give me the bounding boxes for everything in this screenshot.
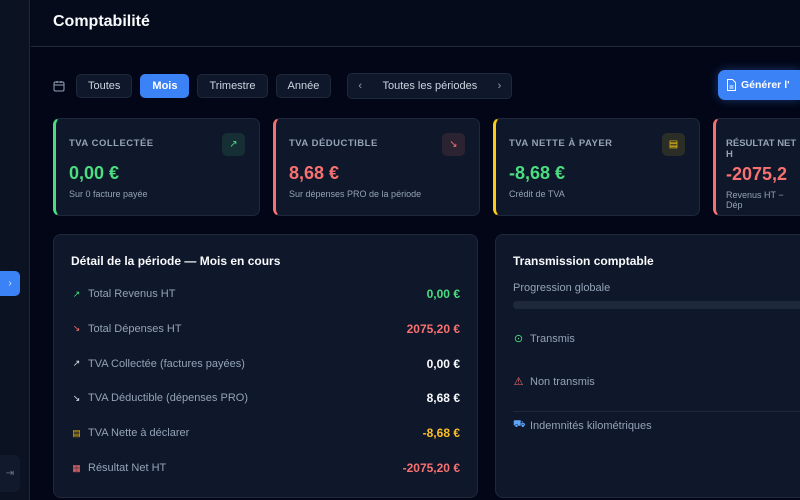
card-label: RÉSULTAT NET H (726, 138, 797, 160)
item-label: Transmis (530, 332, 575, 345)
panel-title: Détail de la période — Mois en cours (71, 254, 281, 268)
logout-button[interactable]: ⇥ (0, 455, 20, 492)
indemnites-item[interactable]: ⛟ Indemnités kilométriques (513, 419, 783, 432)
card-subtitle: Revenus HT − Dép (726, 190, 784, 210)
calendar-icon (53, 81, 65, 92)
row-value: 0,00 € (426, 287, 460, 301)
detail-row: ▤ TVA Nette à déclarer -8,68 € (71, 426, 460, 440)
row-label: TVA Collectée (factures payées) (88, 357, 245, 370)
row-value: 8,68 € (426, 391, 460, 406)
previous-period-button[interactable]: ‹ (358, 80, 362, 92)
kpi-card: RÉSULTAT NET H -2075,2 Revenus HT − Dép … (713, 118, 800, 216)
logout-icon: ⇥ (5, 468, 15, 479)
detail-row: ↗ TVA Collectée (factures payées) 0,00 € (71, 357, 460, 371)
period-selector: ‹ Toutes les périodes › (347, 73, 513, 99)
row-value: 0,00 € (426, 356, 460, 371)
row-label: Total Revenus HT (88, 288, 176, 300)
card-subtitle: Sur 0 facture payée (69, 189, 148, 199)
trending-down-icon: ↘ (442, 133, 465, 156)
car-icon: ⛟ (513, 419, 526, 430)
transmission-panel: Transmission comptable Progression globa… (495, 234, 800, 498)
filter-mois[interactable]: Mois (140, 74, 190, 98)
filter-toutes[interactable]: Toutes (76, 74, 133, 98)
row-label: Résultat Net HT (88, 462, 167, 474)
receipt-icon: ▤ (72, 427, 81, 438)
row-label: Total Dépenses HT (88, 322, 182, 335)
filter-trimestre[interactable]: Trimestre (197, 74, 268, 98)
divider (513, 411, 800, 412)
row-value: -2075,20 € (402, 461, 460, 475)
page-header: Comptabilité (31, 0, 800, 47)
kpi-card: TVA NETTE À PAYER -8,68 € Crédit de TVA … (493, 118, 700, 216)
detail-row: ↘ Total Dépenses HT 2075,20 € (71, 322, 460, 336)
page-title: Comptabilité (53, 13, 150, 30)
card-value: 8,68 € (289, 163, 340, 183)
progress-label-text: Progression globale (513, 282, 611, 294)
card-subtitle: Crédit de TVA (509, 189, 565, 199)
card-value: -2075,2 (726, 164, 788, 184)
progress-label: Progression globale (513, 282, 783, 294)
detail-row: ↗ Total Revenus HT 0,00 € (71, 287, 460, 301)
check-circle-icon: ⊙ (513, 333, 524, 345)
filter-annee[interactable]: Année (275, 74, 332, 98)
receipt-icon: ▤ (662, 133, 685, 156)
next-period-button[interactable]: › (498, 80, 502, 92)
calculator-icon: ▦ (72, 462, 81, 473)
generate-label: Générer l' (741, 79, 790, 91)
item-label: Indemnités kilométriques (530, 419, 652, 432)
trending-down-icon: ↘ (72, 323, 81, 334)
warning-icon: ⚠ (513, 376, 524, 388)
progress-bar (513, 301, 800, 309)
detail-row: ▦ Résultat Net HT -2075,20 € (71, 461, 460, 475)
row-label: TVA Nette à déclarer (88, 427, 190, 440)
trending-up-icon: ↗ (222, 133, 245, 156)
period-filters: Toutes Mois Trimestre Année ‹ Toutes les… (53, 73, 513, 99)
detail-row: ↘ TVA Déductible (dépenses PRO) 8,68 € (71, 391, 460, 405)
panel-title: Transmission comptable (513, 254, 654, 268)
card-subtitle: Sur dépenses PRO de la période (289, 189, 422, 199)
period-label: Toutes les périodes (382, 80, 478, 92)
trending-down-icon: ↘ (72, 392, 81, 403)
file-icon (727, 79, 736, 91)
trending-up-icon: ↗ (72, 358, 81, 369)
generate-button[interactable]: Générer l' (718, 70, 800, 100)
expand-sidebar-button[interactable]: › (0, 271, 20, 296)
period-detail-panel: Détail de la période — Mois en cours ↗ T… (53, 234, 478, 498)
kpi-card: TVA COLLECTÉE 0,00 € Sur 0 facture payée… (53, 118, 260, 216)
item-label: Non transmis (530, 375, 595, 388)
card-value: 0,00 € (69, 163, 120, 183)
row-value: 2075,20 € (406, 321, 460, 336)
card-value: -8,68 € (509, 163, 566, 183)
trending-up-icon: ↗ (72, 288, 81, 299)
non-transmis-item: ⚠ Non transmis (513, 375, 783, 389)
transmis-item: ⊙ Transmis (513, 332, 783, 346)
row-label: TVA Déductible (dépenses PRO) (88, 392, 248, 405)
sidebar: › ⇥ (0, 0, 30, 500)
kpi-card: TVA DÉDUCTIBLE 8,68 € Sur dépenses PRO d… (273, 118, 480, 216)
chevron-right-icon: › (8, 278, 12, 289)
row-value: -8,68 € (422, 426, 460, 441)
